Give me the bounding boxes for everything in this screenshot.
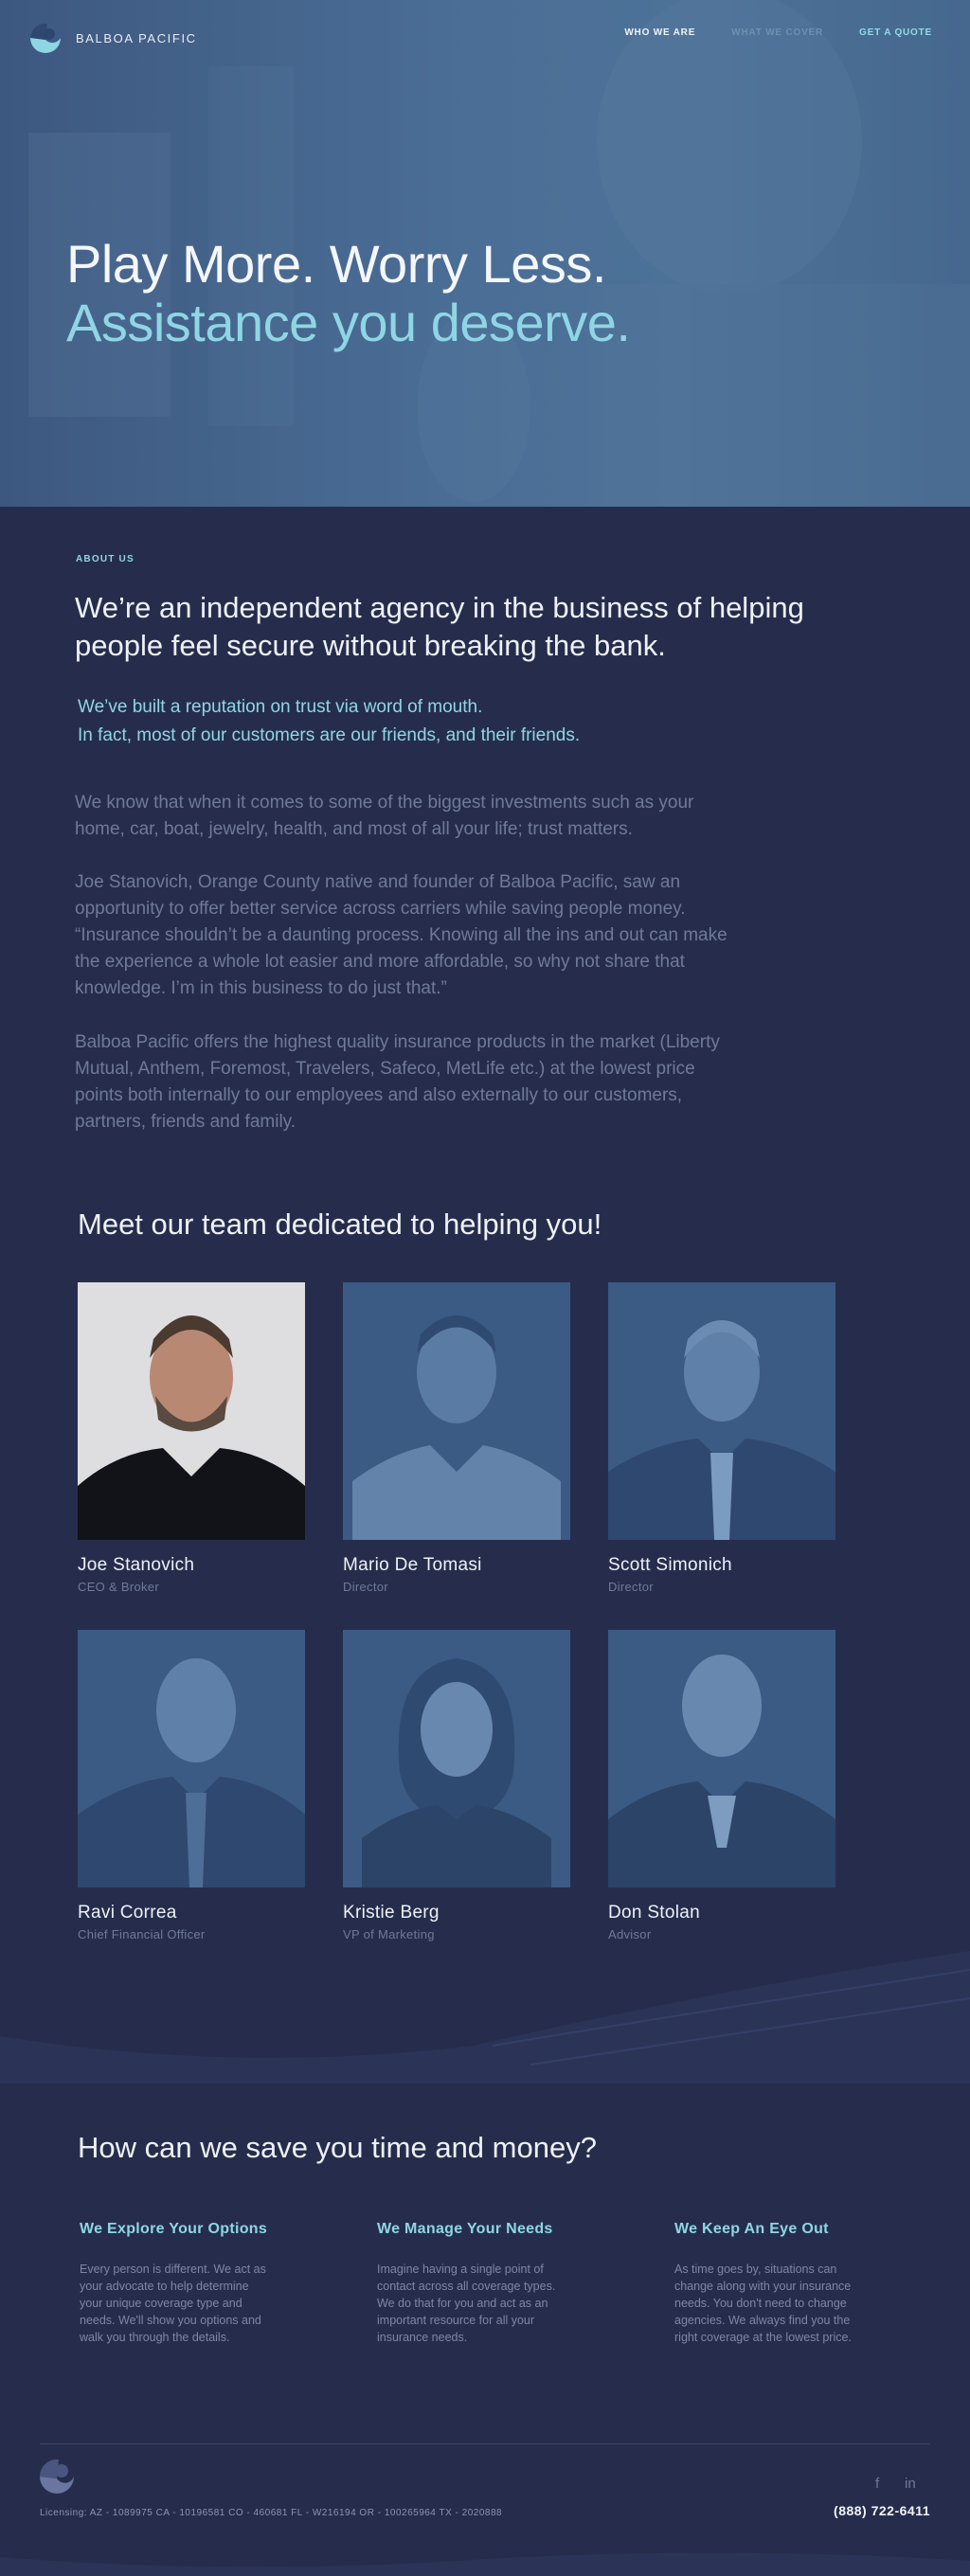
text-line: We do that for you and act as an: [377, 2297, 548, 2310]
text-line: right coverage at the lowest price.: [674, 2331, 852, 2344]
member-name: Kristie Berg: [343, 1903, 440, 1923]
brand-name: BALBOA PACIFIC: [76, 30, 197, 45]
about-heading-line: We’re an independent agency in the busin…: [75, 591, 804, 624]
team-member-card[interactable]: Joe Stanovich CEO & Broker: [78, 1282, 305, 1594]
text-line: important resource for all your: [377, 2314, 535, 2327]
member-role: CEO & Broker: [78, 1580, 159, 1594]
wave-decoration: [0, 1951, 970, 2084]
service-title: We Explore Your Options: [80, 2221, 268, 2237]
member-name: Joe Stanovich: [78, 1555, 195, 1575]
service-title: We Manage Your Needs: [377, 2221, 553, 2237]
hero-section: BALBOA PACIFIC WHO WE ARE WHAT WE COVER …: [0, 0, 970, 507]
footer-logo[interactable]: [38, 2458, 76, 2500]
licensing-text: Licensing: AZ - 1089975 CA - 10196581 CO…: [40, 2508, 503, 2518]
member-name: Ravi Correa: [78, 1903, 177, 1923]
service-text: As time goes by, situations can change a…: [674, 2261, 892, 2346]
team-member-card[interactable]: Scott Simonich Director: [608, 1282, 835, 1594]
text-line: change along with your insurance: [674, 2280, 852, 2293]
nav-who-we-are[interactable]: WHO WE ARE: [624, 27, 695, 38]
member-role: Director: [343, 1580, 388, 1594]
team-member-card[interactable]: Kristie Berg VP of Marketing: [343, 1630, 570, 1941]
service-text: Every person is different. We act as you…: [80, 2261, 297, 2346]
member-photo: [343, 1282, 570, 1540]
logo-mark-icon: [30, 23, 61, 53]
text-line: walk you through the details.: [80, 2331, 230, 2344]
hero-subtitle: Assistance you deserve.: [66, 293, 631, 352]
service-title: We Keep An Eye Out: [674, 2221, 829, 2237]
member-role: Director: [608, 1580, 654, 1594]
text-line: agencies. We always find you the: [674, 2314, 851, 2327]
text-line: Balboa Pacific offers the highest qualit…: [75, 1032, 720, 1052]
text-line: Every person is different. We act as: [80, 2263, 266, 2276]
about-highlight: We’ve built a reputation on trust via wo…: [78, 693, 580, 750]
service-column: We Keep An Eye Out As time goes by, situ…: [674, 2221, 892, 2346]
text-line: opportunity to offer better service acro…: [75, 899, 686, 919]
about-heading-line: people feel secure without breaking the …: [75, 629, 666, 662]
person-silhouette-icon: [608, 1655, 835, 1887]
member-photo: [78, 1630, 305, 1887]
text-line: We know that when it comes to some of th…: [75, 793, 694, 813]
about-label: ABOUT US: [76, 554, 135, 564]
member-photo: [608, 1630, 835, 1887]
nav-what-we-cover[interactable]: WHAT WE COVER: [731, 27, 823, 38]
footer-divider: [40, 2443, 930, 2444]
service-column: We Manage Your Needs Imagine having a si…: [377, 2221, 595, 2346]
save-title: How can we save you time and money?: [78, 2131, 597, 2164]
team-member-card[interactable]: Ravi Correa Chief Financial Officer: [78, 1630, 305, 1941]
team-title: Meet our team dedicated to helping you!: [78, 1208, 602, 1241]
about-heading: We’re an independent agency in the busin…: [75, 589, 852, 665]
person-silhouette-icon: [352, 1315, 561, 1540]
service-text: Imagine having a single point of contact…: [377, 2261, 595, 2346]
text-line: insurance needs.: [377, 2331, 468, 2344]
logo-mark-icon: [39, 2459, 74, 2494]
text-line: “Insurance shouldn’t be a daunting proce…: [75, 925, 728, 945]
top-nav: BALBOA PACIFIC WHO WE ARE WHAT WE COVER …: [0, 0, 970, 68]
text-line: your unique coverage type and: [80, 2297, 242, 2310]
person-silhouette-icon: [78, 1658, 305, 1887]
about-highlight-line: We’ve built a reputation on trust via wo…: [78, 697, 483, 717]
about-paragraph-2: Joe Stanovich, Orange County native and …: [75, 869, 833, 1002]
text-line: Imagine having a single point of: [377, 2263, 544, 2276]
about-paragraph-3: Balboa Pacific offers the highest qualit…: [75, 1029, 833, 1136]
phone-number[interactable]: (888) 722-6411: [834, 2503, 930, 2518]
text-line: partners, friends and family.: [75, 1112, 296, 1132]
text-line: Joe Stanovich, Orange County native and …: [75, 872, 681, 892]
member-name: Don Stolan: [608, 1903, 701, 1923]
text-line: Mutual, Anthem, Foremost, Travelers, Saf…: [75, 1059, 695, 1079]
text-line: As time goes by, situations can: [674, 2263, 837, 2276]
text-line: points both internally to our employees …: [75, 1085, 683, 1105]
brand-logo[interactable]: BALBOA PACIFIC: [27, 21, 197, 55]
hero-title: Play More. Worry Less.: [66, 234, 606, 294]
text-line: the experience a whole lot easier and mo…: [75, 952, 685, 972]
person-silhouette-icon: [608, 1320, 835, 1540]
person-silhouette-icon: [362, 1658, 551, 1887]
text-line: your advocate to help determine: [80, 2280, 249, 2293]
person-silhouette-icon: [78, 1315, 305, 1540]
text-line: home, car, boat, jewelry, health, and mo…: [75, 819, 633, 839]
member-name: Mario De Tomasi: [343, 1555, 482, 1575]
facebook-icon[interactable]: f: [875, 2476, 879, 2492]
member-photo: [78, 1282, 305, 1540]
team-member-card[interactable]: Mario De Tomasi Director: [343, 1282, 570, 1594]
footer-wave-decoration: [0, 2552, 970, 2576]
about-highlight-line: In fact, most of our customers are our f…: [78, 725, 581, 745]
nav-links: WHO WE ARE WHAT WE COVER GET A QUOTE: [624, 27, 932, 38]
member-photo: [608, 1282, 835, 1540]
text-line: needs. We'll show you options and: [80, 2314, 261, 2327]
team-member-card[interactable]: Don Stolan Advisor: [608, 1630, 835, 1941]
nav-get-a-quote[interactable]: GET A QUOTE: [859, 27, 932, 38]
linkedin-icon[interactable]: in: [905, 2476, 916, 2492]
text-line: contact across all coverage types.: [377, 2280, 556, 2293]
text-line: knowledge. I’m in this business to do ju…: [75, 978, 447, 998]
member-name: Scott Simonich: [608, 1555, 732, 1575]
about-paragraph-1: We know that when it comes to some of th…: [75, 790, 833, 843]
text-line: needs. You don't need to change: [674, 2297, 847, 2310]
member-photo: [343, 1630, 570, 1887]
service-column: We Explore Your Options Every person is …: [80, 2221, 297, 2346]
